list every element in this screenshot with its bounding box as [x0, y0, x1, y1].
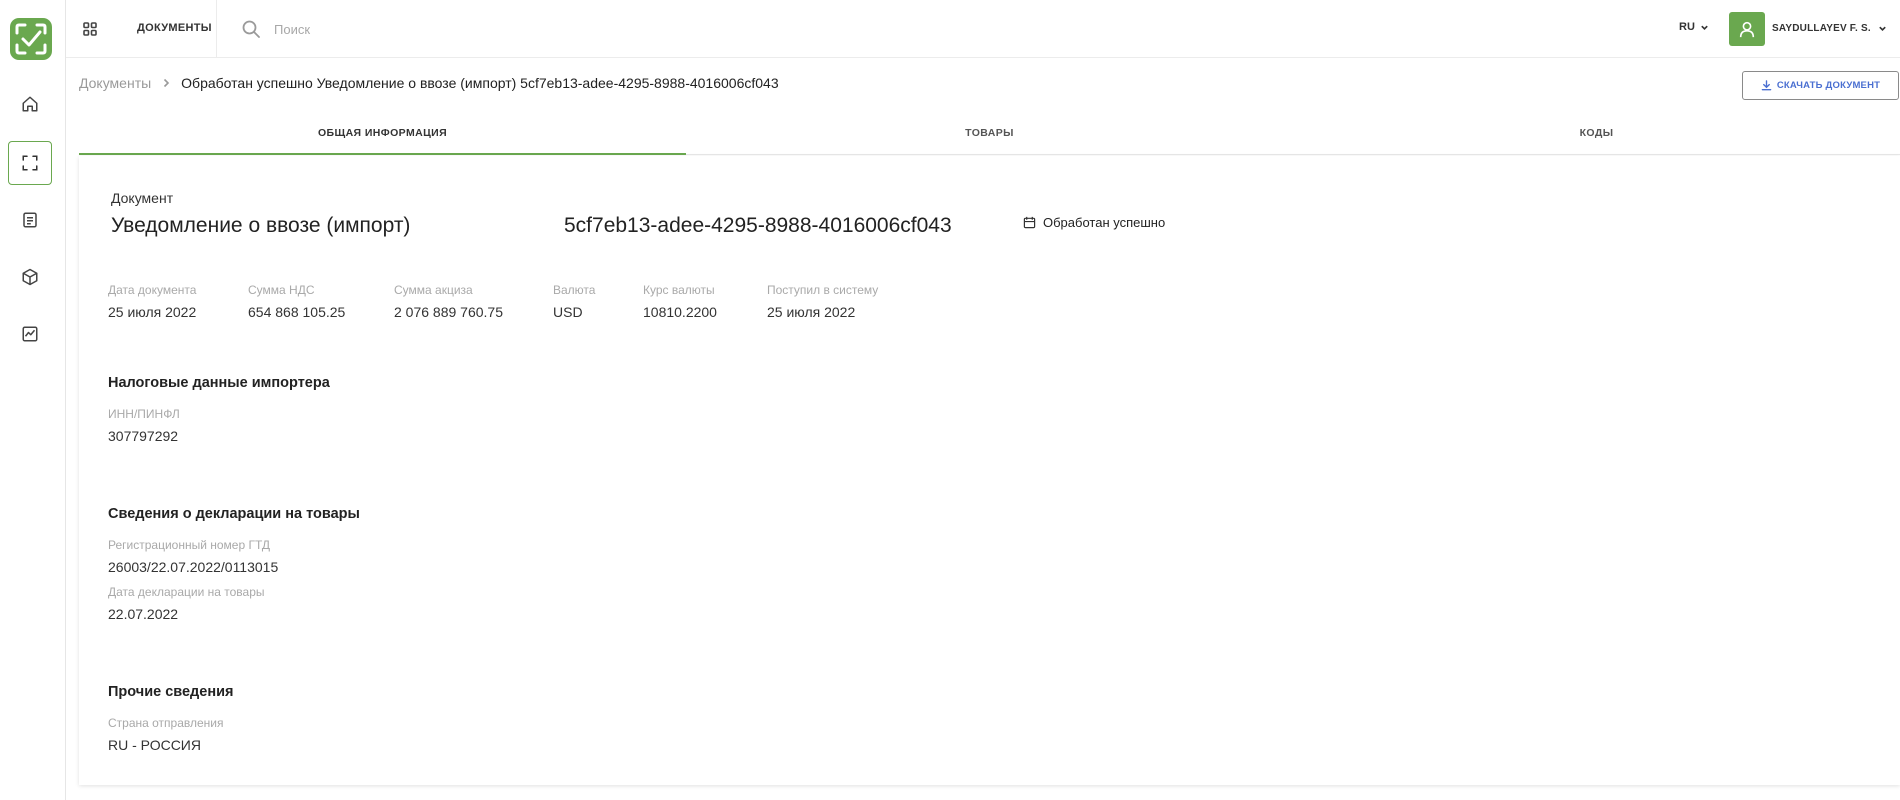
box-icon	[22, 268, 38, 286]
app-logo[interactable]	[10, 18, 52, 60]
field-value: USD	[553, 304, 583, 320]
field-excise-sum: Сумма акциза 2 076 889 760.75	[394, 283, 503, 320]
download-document-button[interactable]: СКАЧАТЬ ДОКУМЕНТ	[1742, 71, 1899, 100]
tab-general-info[interactable]: ОБЩАЯ ИНФОРМАЦИЯ	[79, 118, 686, 155]
field-exchange-rate: Курс валюты 10810.2200	[643, 283, 717, 320]
status-text: Обработан успешно	[1043, 215, 1166, 230]
status-badge: Обработан успешно	[1023, 215, 1165, 230]
document-label: Документ	[111, 190, 174, 206]
user-name-label: SAYDULLAYEV F. S.	[1772, 23, 1871, 34]
user-icon	[1739, 21, 1755, 38]
sidebar-item-products[interactable]	[8, 255, 52, 299]
field-value: 10810.2200	[643, 304, 717, 320]
breadcrumb-current: Обработан успешно Уведомление о ввозе (и…	[181, 75, 779, 91]
chevron-right-icon	[164, 78, 170, 88]
apps-menu-button[interactable]	[78, 17, 102, 41]
chart-icon	[22, 326, 38, 342]
field-label: Поступил в систему	[767, 283, 879, 297]
field-currency: Валюта USD	[553, 283, 595, 320]
field-label: Дата декларации на товары	[108, 585, 265, 599]
scan-frame-icon	[22, 155, 38, 171]
field-label: Регистрационный номер ГТД	[108, 538, 271, 552]
field-label: Валюта	[553, 283, 596, 297]
check-frame-icon	[15, 23, 47, 55]
field-value: 2 076 889 760.75	[394, 304, 503, 320]
topbar-divider	[216, 0, 217, 57]
field-label: Сумма НДС	[248, 283, 315, 297]
field-value: 654 868 105.25	[248, 304, 346, 320]
home-icon	[22, 96, 38, 112]
section-title[interactable]: ДОКУМЕНТЫ	[137, 22, 212, 34]
field-declaration-date: Дата декларации на товары 22.07.2022	[108, 585, 265, 622]
field-value: 26003/22.07.2022/0113015	[108, 559, 279, 575]
grid-icon	[83, 22, 97, 36]
tab-products[interactable]: ТОВАРЫ	[686, 118, 1293, 154]
field-received-date: Поступил в систему 25 июля 2022	[767, 283, 878, 320]
chevron-down-icon	[1701, 25, 1708, 30]
document-card: Документ Уведомление о ввозе (импорт) 5c…	[79, 156, 1900, 785]
tab-bar: ОБЩАЯ ИНФОРМАЦИЯ ТОВАРЫ КОДЫ	[79, 118, 1900, 155]
download-icon	[1761, 80, 1772, 91]
search-input[interactable]	[274, 17, 674, 41]
field-label: Дата документа	[108, 283, 197, 297]
field-label: Курс валюты	[643, 283, 715, 297]
field-value: 307797292	[108, 428, 179, 444]
section-title-other: Прочие сведения	[108, 684, 234, 700]
section-title-declaration: Сведения о декларации на товары	[108, 506, 360, 522]
language-label: RU	[1679, 21, 1695, 33]
field-document-date: Дата документа 25 июля 2022	[108, 283, 196, 320]
document-id: 5cf7eb13-adee-4295-8988-4016006cf043	[564, 214, 952, 237]
language-selector[interactable]: RU	[1679, 21, 1709, 33]
field-inn: ИНН/ПИНФЛ 307797292	[108, 407, 180, 444]
status-calendar-icon	[1023, 216, 1036, 229]
field-gtd-number: Регистрационный номер ГТД 26003/22.07.20…	[108, 538, 278, 575]
document-name: Уведомление о ввозе (импорт)	[111, 214, 411, 237]
section-title-tax: Налоговые данные импортера	[108, 375, 330, 391]
field-value: RU - РОССИЯ	[108, 737, 201, 753]
chevron-down-icon	[1879, 26, 1886, 31]
sidebar-item-documents[interactable]	[8, 198, 52, 242]
sidebar-item-home[interactable]	[8, 82, 52, 126]
field-label: Сумма акциза	[394, 283, 473, 297]
sidebar-item-analytics[interactable]	[8, 312, 52, 356]
field-vat-sum: Сумма НДС 654 868 105.25	[248, 283, 345, 320]
download-button-label: СКАЧАТЬ ДОКУМЕНТ	[1776, 80, 1881, 91]
field-value: 22.07.2022	[108, 606, 179, 622]
field-origin-country: Страна отправления RU - РОССИЯ	[108, 716, 224, 753]
tab-codes[interactable]: КОДЫ	[1293, 118, 1900, 154]
field-label: Страна отправления	[108, 716, 224, 730]
field-value: 25 июля 2022	[108, 304, 197, 320]
search-icon	[242, 20, 260, 38]
avatar[interactable]	[1729, 12, 1765, 46]
sidebar-item-scan[interactable]	[8, 141, 52, 185]
field-value: 25 июля 2022	[767, 304, 856, 320]
field-label: ИНН/ПИНФЛ	[108, 407, 180, 421]
breadcrumb: Документы Обработан успешно Уведомление …	[79, 75, 779, 91]
breadcrumb-documents-link[interactable]: Документы	[79, 75, 151, 91]
top-bar: ДОКУМЕНТЫ RU SAYDULLAYEV F. S.	[66, 0, 1900, 58]
document-icon	[23, 212, 37, 228]
sidebar	[0, 0, 66, 800]
user-menu[interactable]: SAYDULLAYEV F. S.	[1772, 23, 1887, 34]
